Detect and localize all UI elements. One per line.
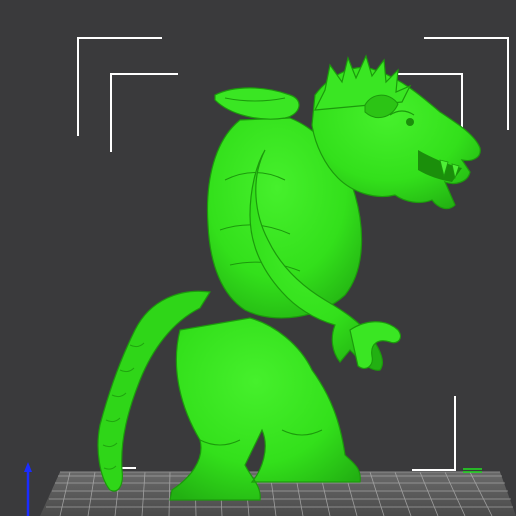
werewolf-rat-creature-model[interactable] [97, 54, 481, 501]
frame-corner-top-left-outer [77, 37, 162, 136]
frame-corner-bottom-right-inner [412, 396, 456, 471]
model-shoulder [214, 87, 300, 120]
3d-viewport[interactable] [0, 0, 516, 516]
model-eye [406, 118, 414, 126]
model-legs [169, 317, 361, 501]
frame-corner-top-left-inner [110, 73, 178, 152]
